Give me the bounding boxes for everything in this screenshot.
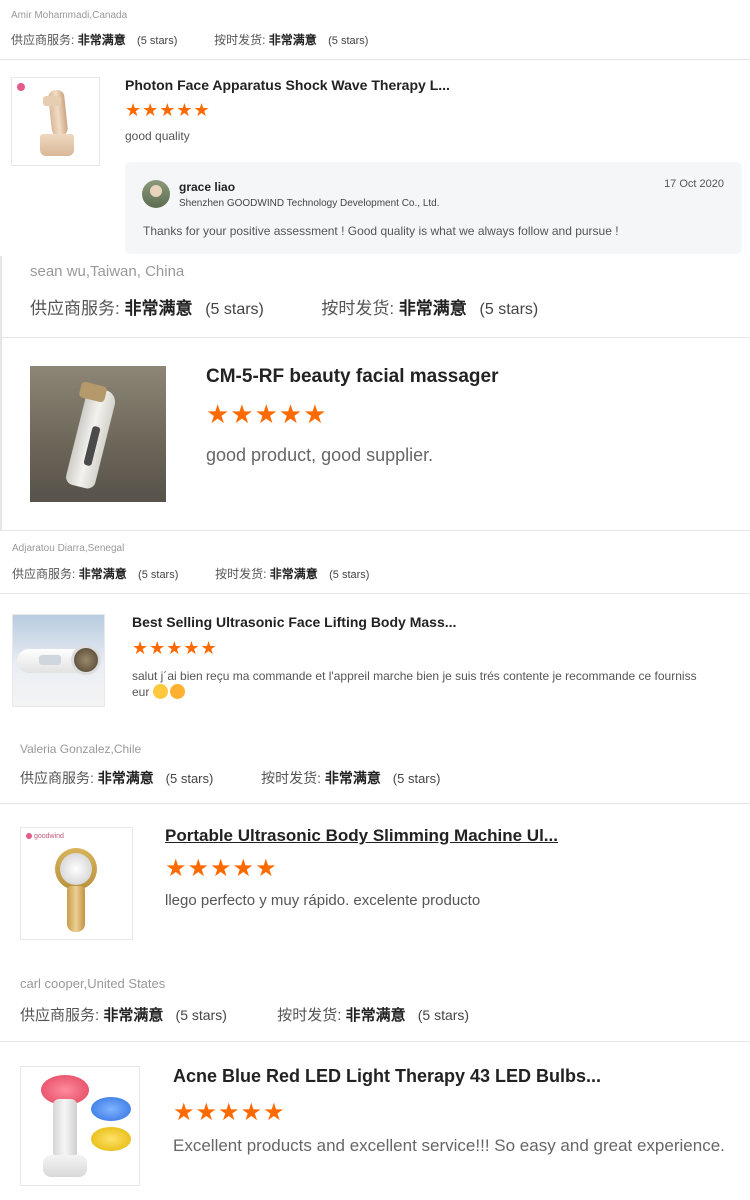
star-rating: ★★★★★ bbox=[132, 638, 218, 658]
reply-author: grace liao bbox=[179, 180, 236, 194]
supplier-service-label: 供应商服务: bbox=[11, 33, 75, 47]
heart-eyes-emoji-icon bbox=[169, 684, 185, 699]
product-thumbnail[interactable] bbox=[20, 1066, 140, 1186]
divider bbox=[0, 1041, 750, 1042]
reviewer-name: sean wu,Taiwan, China bbox=[30, 263, 185, 280]
supplier-service-label: 供应商服务: bbox=[30, 299, 120, 318]
avatar bbox=[142, 180, 170, 208]
divider bbox=[0, 337, 750, 338]
comment-line: salut j´ai bien reçu ma commande et l'ap… bbox=[132, 669, 697, 683]
star-rating: ★★★★★ bbox=[125, 100, 211, 120]
product-title[interactable]: Photon Face Apparatus Shock Wave Therapy… bbox=[125, 77, 450, 93]
on-time-value: 非常满意 bbox=[398, 299, 467, 318]
supplier-service-label: 供应商服务: bbox=[20, 770, 94, 786]
product-title[interactable]: Portable Ultrasonic Body Slimming Machin… bbox=[165, 826, 558, 846]
supplier-service-stars: (5 stars) bbox=[137, 35, 178, 47]
product-thumbnail[interactable] bbox=[30, 366, 166, 502]
product-title[interactable]: Best Selling Ultrasonic Face Lifting Bod… bbox=[132, 614, 456, 630]
reply-date: 17 Oct 2020 bbox=[664, 178, 724, 190]
supplier-service-stars: (5 stars) bbox=[165, 771, 214, 786]
reply-text: Thanks for your positive assessment ! Go… bbox=[143, 224, 619, 238]
supplier-service-stars: (5 stars) bbox=[138, 569, 179, 581]
supplier-reply: grace liao Shenzhen GOODWIND Technology … bbox=[125, 162, 742, 254]
comment-text: eur bbox=[132, 685, 150, 699]
review-card: Valeria Gonzalez,Chile 供应商服务: 非常满意 (5 st… bbox=[0, 730, 750, 966]
rating-meta: 供应商服务: 非常满意 (5 stars) 按时发货: 非常满意 (5 star… bbox=[12, 565, 369, 582]
review-comment: llego perfecto y muy rápido. excelente p… bbox=[165, 892, 481, 909]
product-thumbnail[interactable]: goodwind bbox=[20, 827, 133, 940]
divider bbox=[0, 803, 750, 804]
on-time-stars: (5 stars) bbox=[417, 1007, 470, 1023]
supplier-service-value: 非常满意 bbox=[77, 33, 126, 47]
brand-logo: goodwind bbox=[26, 833, 64, 840]
review-card: Amir Mohammadi,Canada 供应商服务: 非常满意 (5 sta… bbox=[0, 0, 750, 256]
divider bbox=[0, 59, 750, 60]
reviewer-name: carl cooper,United States bbox=[20, 976, 166, 991]
review-card: sean wu,Taiwan, China 供应商服务: 非常满意 (5 sta… bbox=[0, 256, 750, 530]
review-comment: good product, good supplier. bbox=[206, 445, 434, 465]
on-time-value: 非常满意 bbox=[269, 567, 318, 581]
rating-meta: 供应商服务: 非常满意 (5 stars) 按时发货: 非常满意 (5 star… bbox=[30, 294, 538, 319]
on-time-label: 按时发货: bbox=[214, 33, 266, 47]
supplier-service-stars: (5 stars) bbox=[175, 1007, 227, 1023]
product-title[interactable]: CM-5-RF beauty facial massager bbox=[206, 366, 499, 388]
product-title[interactable]: Acne Blue Red LED Light Therapy 43 LED B… bbox=[173, 1066, 601, 1087]
supplier-service-value: 非常满意 bbox=[78, 567, 127, 581]
rating-meta: 供应商服务: 非常满意 (5 stars) 按时发货: 非常满意 (5 star… bbox=[20, 1004, 469, 1025]
on-time-label: 按时发货: bbox=[215, 567, 267, 581]
divider bbox=[0, 530, 750, 531]
reviewer-name: Adjaratou Diarra,Senegal bbox=[12, 543, 125, 554]
review-comment: good quality bbox=[125, 129, 190, 143]
supplier-service-value: 非常满意 bbox=[103, 1007, 164, 1024]
brand-logo bbox=[17, 83, 25, 91]
reviewer-name: Valeria Gonzalez,Chile bbox=[20, 742, 142, 756]
reply-company: Shenzhen GOODWIND Technology Development… bbox=[179, 198, 440, 209]
supplier-service-value: 非常满意 bbox=[97, 770, 154, 786]
on-time-label: 按时发货: bbox=[321, 299, 395, 318]
on-time-value: 非常满意 bbox=[324, 770, 381, 786]
on-time-label: 按时发货: bbox=[277, 1007, 342, 1024]
grin-emoji-icon bbox=[152, 684, 168, 699]
review-comment: Excellent products and excellent service… bbox=[173, 1136, 725, 1155]
review-card: Adjaratou Diarra,Senegal 供应商服务: 非常满意 (5 … bbox=[0, 530, 750, 730]
supplier-service-label: 供应商服务: bbox=[20, 1007, 100, 1024]
on-time-stars: (5 stars) bbox=[479, 301, 539, 318]
rating-meta: 供应商服务: 非常满意 (5 stars) 按时发货: 非常满意 (5 star… bbox=[11, 31, 368, 48]
reviewer-name: Amir Mohammadi,Canada bbox=[11, 10, 128, 21]
on-time-label: 按时发货: bbox=[261, 770, 322, 786]
supplier-service-value: 非常满意 bbox=[124, 299, 193, 318]
on-time-value: 非常满意 bbox=[268, 33, 317, 47]
rating-meta: 供应商服务: 非常满意 (5 stars) 按时发货: 非常满意 (5 star… bbox=[20, 768, 440, 788]
on-time-stars: (5 stars) bbox=[329, 569, 370, 581]
on-time-stars: (5 stars) bbox=[328, 35, 369, 47]
divider bbox=[0, 593, 750, 594]
on-time-value: 非常满意 bbox=[345, 1007, 406, 1024]
star-rating: ★★★★★ bbox=[173, 1099, 286, 1126]
supplier-service-stars: (5 stars) bbox=[205, 301, 264, 318]
star-rating: ★★★★★ bbox=[206, 399, 328, 429]
product-thumbnail[interactable] bbox=[11, 77, 100, 166]
supplier-service-label: 供应商服务: bbox=[12, 567, 76, 581]
review-comment: salut j´ai bien reçu ma commande et l'ap… bbox=[132, 668, 742, 700]
star-rating: ★★★★★ bbox=[165, 855, 278, 882]
review-card: carl cooper,United States 供应商服务: 非常满意 (5… bbox=[0, 966, 750, 1200]
on-time-stars: (5 stars) bbox=[392, 771, 441, 786]
comment-line-2: eur bbox=[132, 684, 742, 700]
product-thumbnail[interactable] bbox=[12, 614, 105, 707]
